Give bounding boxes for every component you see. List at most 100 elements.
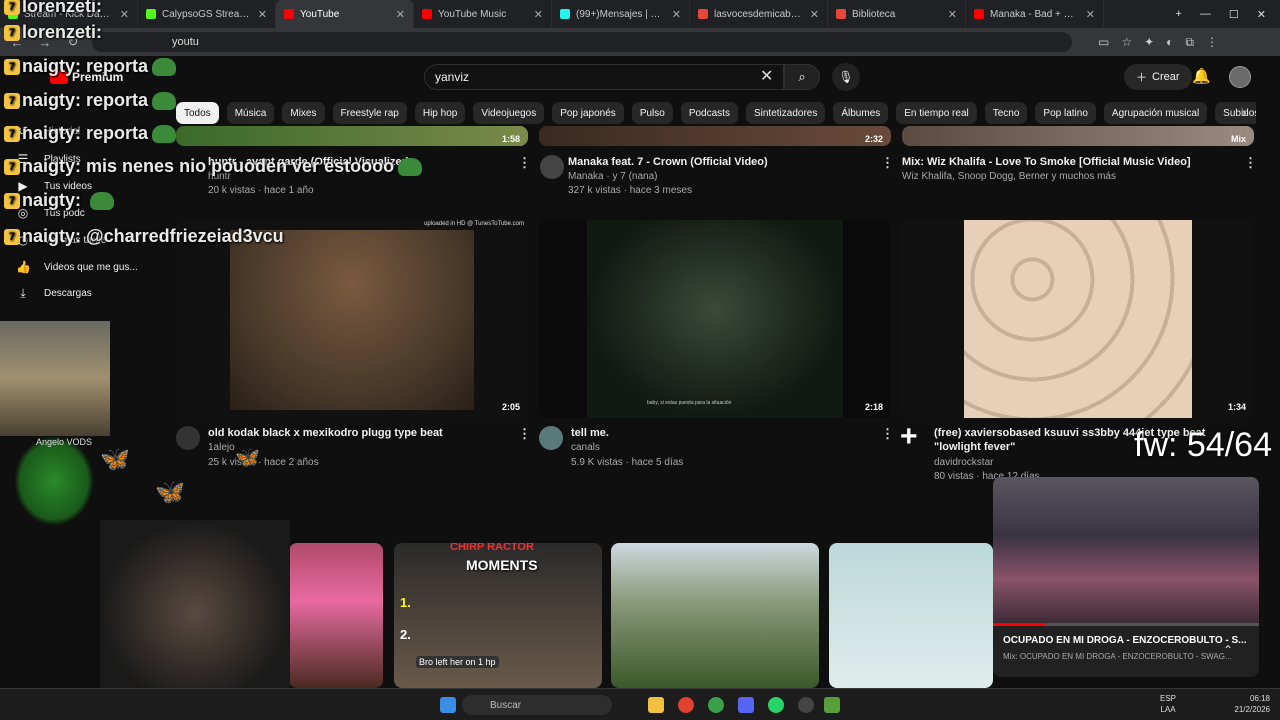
filter-chip[interactable]: Todos <box>176 102 219 124</box>
cast-icon[interactable]: ▭ <box>1098 35 1109 50</box>
short-thumbnail[interactable]: CHIRP RACTOR MOMENTS 1. 2. Bro left her … <box>394 543 602 688</box>
filter-chip[interactable]: Freestyle rap <box>332 102 407 124</box>
channel-name[interactable]: Wiz Khalifa, Snoop Dogg, Berner y muchos… <box>902 170 1116 184</box>
close-tab-icon[interactable]: ✕ <box>1086 8 1095 21</box>
sidebar-item[interactable]: 👍 Videos que me gus... <box>16 260 138 274</box>
system-clock[interactable]: 06:18 21/2/2026 <box>1224 693 1270 715</box>
close-tab-icon[interactable]: ✕ <box>948 8 957 21</box>
filter-chip[interactable]: En tiempo real <box>896 102 977 124</box>
discord-icon[interactable] <box>738 697 754 713</box>
filter-chip[interactable]: Mixes <box>282 102 325 124</box>
more-options-icon[interactable]: ⋮ <box>881 426 894 442</box>
close-tab-icon[interactable]: ✕ <box>672 8 681 21</box>
clear-search-icon[interactable]: ✕ <box>760 66 773 86</box>
filter-chip[interactable]: Videojuegos <box>473 102 545 124</box>
filter-chip[interactable]: Subidos recie <box>1215 102 1256 124</box>
filter-chip[interactable]: Pop latino <box>1035 102 1096 124</box>
filter-chip[interactable]: Tecno <box>984 102 1028 124</box>
avatar[interactable] <box>1229 66 1251 88</box>
browser-tab[interactable]: YouTube Music ✕ <box>414 0 552 28</box>
browser-tab[interactable]: Biblioteca ✕ <box>828 0 966 28</box>
filter-chip[interactable]: Álbumes <box>833 102 889 124</box>
bookmark-star-icon[interactable]: ☆ <box>1121 35 1132 50</box>
short-thumbnail[interactable] <box>289 543 383 688</box>
browser-tab[interactable]: Manaka - Bad + Sad Boi ✕ <box>966 0 1104 28</box>
video-thumbnail[interactable]: 1:58 <box>176 126 528 146</box>
filter-chip[interactable]: Agrupación musical <box>1103 102 1208 124</box>
maximize-icon[interactable]: ☐ <box>1229 8 1239 21</box>
close-tab-icon[interactable]: ✕ <box>120 8 129 21</box>
more-options-icon[interactable]: ⋮ <box>881 155 894 171</box>
short-thumbnail[interactable] <box>829 543 993 688</box>
windows-start-icon[interactable] <box>440 697 456 713</box>
browser-tab[interactable]: lasvocesdemicabeza por e ✕ <box>690 0 828 28</box>
avatar[interactable] <box>539 426 563 450</box>
miniplayer-progress[interactable] <box>993 623 1259 626</box>
chrome-icon[interactable] <box>678 697 694 713</box>
close-tab-icon[interactable]: ✕ <box>810 8 819 21</box>
video-thumbnail[interactable]: uploaded in HD @ TunesToTube.com 2:05 <box>176 220 528 418</box>
voice-search-button[interactable]: 🎙 <box>832 63 860 91</box>
miniplayer[interactable]: OCUPADO EN MI DROGA - ENZOCEROBULTO - S.… <box>993 477 1259 677</box>
video-thumbnail[interactable]: Mix <box>902 126 1254 146</box>
create-button[interactable]: ＋ Crear <box>1124 64 1192 90</box>
browser-tab[interactable]: YouTube ✕ <box>276 0 414 28</box>
close-tab-icon[interactable]: ✕ <box>258 8 267 21</box>
more-options-icon[interactable]: ⋮ <box>1244 155 1257 171</box>
video-title[interactable]: old kodak black x mexikodro plugg type b… <box>208 426 508 440</box>
close-tab-icon[interactable]: ✕ <box>534 8 543 21</box>
add-tab-button[interactable]: + <box>1175 8 1181 21</box>
video-title[interactable]: tell me. <box>571 426 851 440</box>
video-title[interactable]: Mix: Wiz Khalifa - Love To Smoke [Offici… <box>902 155 1232 169</box>
more-options-icon[interactable]: ⋮ <box>518 426 531 442</box>
file-explorer-icon[interactable] <box>648 697 664 713</box>
chevron-up-icon[interactable]: ⌃ <box>1223 643 1233 657</box>
channel-name[interactable]: canals <box>571 441 600 455</box>
chevron-right-icon[interactable]: › <box>1242 104 1247 120</box>
minimize-icon[interactable]: — <box>1200 8 1211 21</box>
pepe-emote-icon <box>398 158 423 177</box>
extension-icon[interactable]: ✦ <box>1144 35 1154 50</box>
chat-message: 7 naigty: reporta <box>4 56 177 77</box>
whatsapp-icon[interactable] <box>768 697 784 713</box>
filter-chip[interactable]: Música <box>226 102 275 124</box>
puzzle-icon[interactable]: ⧉ <box>1185 35 1194 50</box>
avatar[interactable] <box>176 426 200 450</box>
channel-name[interactable]: Manaka · y 7 (nana) <box>568 170 658 184</box>
short-thumbnail[interactable] <box>611 543 819 688</box>
tab-title: YouTube <box>300 8 340 20</box>
notifications-bell-icon[interactable]: 🔔 <box>1192 67 1211 85</box>
taskbar-search[interactable]: Buscar <box>462 695 612 715</box>
miniplayer-title[interactable]: OCUPADO EN MI DROGA - ENZOCEROBULTO - S.… <box>1003 635 1247 646</box>
browser-tab[interactable]: (99+)Mensajes | TikTok ✕ <box>552 0 690 28</box>
close-window-icon[interactable]: ✕ <box>1257 8 1266 21</box>
more-options-icon[interactable]: ⋮ <box>518 155 531 171</box>
close-tab-icon[interactable]: ✕ <box>396 8 405 21</box>
search-input[interactable]: yanviz <box>424 64 784 90</box>
filter-chip[interactable]: Podcasts <box>680 102 738 124</box>
video-thumbnail[interactable]: baby, si estas puesta para la situación … <box>539 220 891 418</box>
subscription-label[interactable]: Angelo VODS <box>36 437 92 447</box>
menu-icon[interactable]: ⋮ <box>1206 35 1218 50</box>
duration-badge: Mix <box>1230 134 1246 144</box>
browser-icon[interactable] <box>708 697 724 713</box>
obs-icon[interactable] <box>798 697 814 713</box>
filter-chip[interactable]: Pop japonés <box>552 102 624 124</box>
avatar[interactable] <box>540 155 564 179</box>
sidebar-item[interactable]: ⤓ Descargas <box>16 286 91 301</box>
filter-chip[interactable]: Hip hop <box>414 102 466 124</box>
video-thumbnail[interactable]: 2:32 <box>539 126 891 146</box>
miniplayer-video[interactable] <box>993 477 1259 623</box>
keyboard-language[interactable]: ESP LAA <box>1160 693 1176 715</box>
filter-chip[interactable]: Pulso <box>631 102 673 124</box>
browser-tab[interactable]: CalypsoGS Stream - Watc ✕ <box>138 0 276 28</box>
channel-name[interactable]: 1alejo <box>208 441 235 455</box>
video-title[interactable]: Manaka feat. 7 - Crown (Official Video) <box>568 155 868 169</box>
dark-mode-icon[interactable]: ◐ <box>1166 35 1173 50</box>
search-button[interactable]: ⌕ <box>784 64 820 90</box>
url-field[interactable]: youtu <box>92 32 1072 52</box>
channel-name[interactable]: davidrockstar <box>934 456 993 470</box>
minecraft-icon[interactable] <box>824 697 840 713</box>
filter-chip[interactable]: Sintetizadores <box>745 102 826 124</box>
video-thumbnail[interactable]: 1:34 <box>902 220 1254 418</box>
